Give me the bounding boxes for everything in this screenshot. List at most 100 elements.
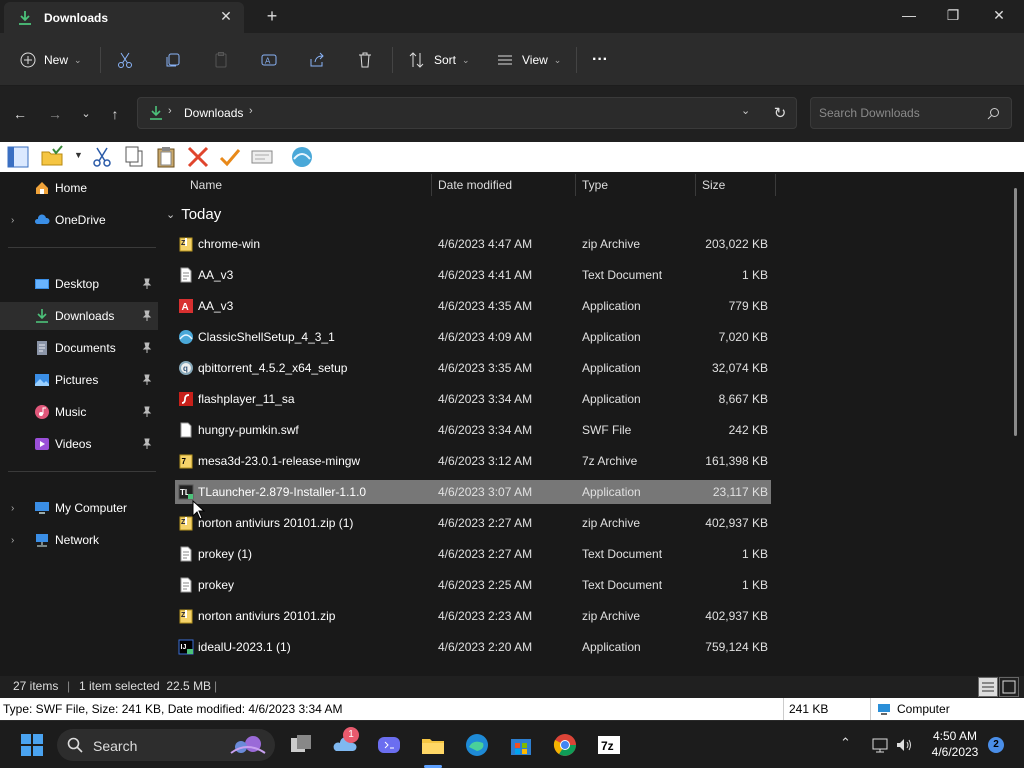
sidebar-item-videos[interactable]: Videos (0, 430, 158, 458)
table-row[interactable]: ClassicShellSetup_4_3_1 4/6/2023 4:09 AM A… (175, 325, 771, 349)
sidebar-item-onedrive[interactable]: › OneDrive (0, 206, 158, 234)
column-header-name[interactable]: Name (190, 172, 222, 198)
table-row[interactable]: Znorton antiviurs 20101.zip (1) 4/6/2023 … (175, 511, 771, 535)
chrome-browser-icon[interactable] (551, 731, 579, 759)
column-header-size[interactable]: Size (702, 172, 725, 198)
forward-arrow-icon[interactable]: → (45, 104, 65, 124)
table-row[interactable]: IJ idealU-2023.1 (1) 4/6/2023 2:20 AM Appli… (175, 635, 771, 659)
delete-button[interactable] (356, 47, 374, 73)
table-row[interactable]: flashplayer_11_sa 4/6/2023 3:34 AM Applica… (175, 387, 771, 411)
search-icon[interactable] (987, 107, 1000, 120)
checkmark-icon[interactable] (218, 145, 242, 169)
pin-icon[interactable] (141, 438, 153, 450)
notification-badge[interactable]: 2 (988, 737, 1004, 753)
column-header-date[interactable]: Date modified (438, 172, 512, 198)
details-view-button[interactable] (978, 677, 998, 697)
breadcrumb-downloads[interactable]: Downloads (184, 106, 243, 120)
navigation-pane-icon[interactable] (6, 145, 30, 169)
svg-text:7z: 7z (601, 739, 614, 753)
cut-icon[interactable] (90, 145, 114, 169)
edge-browser-icon[interactable] (463, 731, 491, 759)
sort-button[interactable]: Sort ⌄ (408, 47, 470, 73)
sidebar-item-documents[interactable]: Documents (0, 334, 158, 362)
thumbnails-view-button[interactable] (999, 677, 1019, 697)
breadcrumb-chevron-icon[interactable]: › (249, 105, 253, 117)
cut-button[interactable] (116, 47, 134, 73)
table-row[interactable]: Znorton antiviurs 20101.zip 4/6/2023 2:23… (175, 604, 771, 628)
back-arrow-icon[interactable]: ← (10, 104, 30, 124)
teams-chat-icon[interactable] (375, 731, 403, 759)
sidebar-item-pictures[interactable]: Pictures (0, 366, 158, 394)
classic-shell-icon[interactable] (290, 145, 314, 169)
volume-icon[interactable] (895, 736, 913, 754)
file-explorer-icon[interactable] (419, 731, 447, 759)
share-button[interactable] (308, 47, 326, 73)
pin-icon[interactable] (141, 310, 153, 322)
sidebar-item-network[interactable]: › Network (0, 526, 158, 554)
pin-icon[interactable] (141, 406, 153, 418)
new-tab-button[interactable]: + (262, 6, 282, 26)
table-row[interactable]: prokey 4/6/2023 2:25 AM Text Document 1 KB (175, 573, 771, 597)
folder-options-icon[interactable] (40, 145, 64, 169)
delete-x-icon[interactable] (186, 145, 210, 169)
table-row[interactable]: prokey (1) 4/6/2023 2:27 AM Text Document 1… (175, 542, 771, 566)
table-row[interactable]: q qbittorrent_4.5.2_x64_setup 4/6/2023 3:3… (175, 356, 771, 380)
copy-icon[interactable] (122, 145, 146, 169)
recent-chevron-icon[interactable]: ⌄ (76, 104, 96, 124)
table-row[interactable]: Zchrome-win 4/6/2023 4:47 AM zip Archive 20… (175, 232, 771, 256)
more-options-button[interactable]: ··· (592, 47, 608, 73)
column-divider[interactable] (775, 174, 776, 196)
table-row[interactable]: 7 mesa3d-23.0.1-release-mingw 4/6/2023 3:1… (175, 449, 771, 473)
paste-button[interactable] (212, 47, 230, 73)
sidebar-item-home[interactable]: Home (0, 174, 158, 202)
table-row[interactable]: hungry-pumkin.swf 4/6/2023 3:34 AM SWF Fil… (175, 418, 771, 442)
7zip-icon[interactable]: 7z (595, 731, 623, 759)
show-hidden-icons-chevron[interactable]: ⌃ (840, 735, 851, 751)
table-row[interactable]: AA_v3 4/6/2023 4:41 AM Text Document 1 KB (175, 263, 771, 287)
sidebar-item-downloads[interactable]: Downloads (0, 302, 158, 330)
group-header-today[interactable]: ⌄ Today (166, 206, 221, 223)
pin-icon[interactable] (141, 278, 153, 290)
maximize-button[interactable]: ❐ (930, 0, 976, 30)
network-status-icon[interactable] (871, 736, 889, 754)
tab-downloads[interactable]: Downloads ✕ (4, 2, 244, 33)
column-divider[interactable] (431, 174, 432, 196)
windows-start-icon[interactable] (18, 731, 46, 759)
address-history-chevron-icon[interactable]: ⌄ (741, 104, 750, 117)
pin-icon[interactable] (141, 374, 153, 386)
system-clock[interactable]: 4:50 AM 4/6/2023 (920, 728, 990, 760)
table-row[interactable]: TL TLauncher-2.879-Installer-1.1.0 4/6/202… (175, 480, 771, 504)
tab-close-icon[interactable]: ✕ (218, 8, 234, 24)
table-row[interactable]: A AA_v3 4/6/2023 4:35 AM Application 779 KB (175, 294, 771, 318)
column-divider[interactable] (575, 174, 576, 196)
paste-icon[interactable] (154, 145, 178, 169)
chevron-right-icon[interactable]: › (11, 215, 14, 226)
refresh-icon[interactable]: ↻ (770, 104, 790, 124)
column-divider[interactable] (695, 174, 696, 196)
new-button[interactable]: New ⌄ (20, 47, 82, 73)
task-view-icon[interactable] (287, 731, 315, 759)
command-bar: New ⌄ A Sort ⌄ View ⌄ ··· (0, 33, 1024, 86)
search-input[interactable] (819, 105, 979, 121)
sidebar-item-desktop[interactable]: Desktop (0, 270, 158, 298)
copy-button[interactable] (164, 47, 182, 73)
dropdown-arrow-icon[interactable]: ▼ (74, 150, 83, 160)
chevron-down-icon[interactable]: ⌄ (166, 208, 175, 221)
pin-icon[interactable] (141, 342, 153, 354)
vertical-scrollbar[interactable] (1014, 188, 1017, 436)
sidebar-item-my-computer[interactable]: › My Computer (0, 494, 158, 522)
chevron-right-icon[interactable]: › (11, 503, 14, 514)
microsoft-store-icon[interactable] (507, 731, 535, 759)
chevron-right-icon[interactable]: › (11, 535, 14, 546)
rename-button[interactable]: A (260, 47, 278, 73)
properties-icon[interactable] (250, 145, 274, 169)
view-button[interactable]: View ⌄ (496, 47, 561, 73)
taskbar-search[interactable]: Search (57, 729, 275, 761)
search-box[interactable] (810, 97, 1012, 129)
column-header-type[interactable]: Type (582, 172, 608, 198)
sidebar-item-music[interactable]: Music (0, 398, 158, 426)
close-button[interactable]: ✕ (976, 0, 1022, 30)
address-bar[interactable]: › Downloads › ⌄ (137, 97, 797, 129)
minimize-button[interactable]: — (886, 0, 932, 30)
up-arrow-icon[interactable]: ↑ (105, 104, 125, 124)
